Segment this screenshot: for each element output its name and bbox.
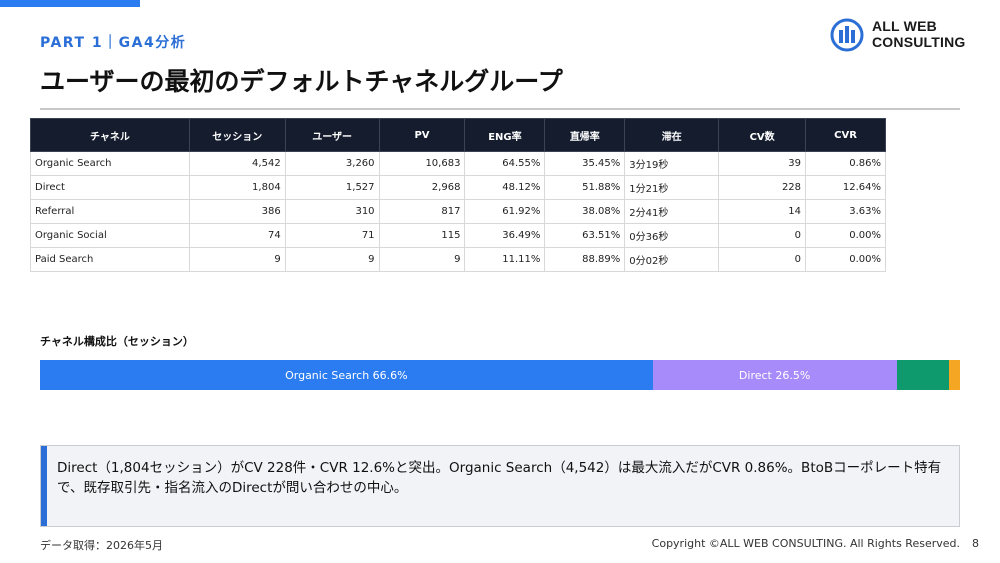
table-cell: 0 <box>718 247 807 272</box>
callout-accent-bar <box>41 446 47 526</box>
table-cell: 115 <box>378 223 466 248</box>
table-cell: 4,542 <box>188 151 286 176</box>
segment-organic-search: Organic Search 66.6% <box>40 360 653 390</box>
channel-table: チャネル セッション ユーザー PV ENG率 直帰率 滞在 CV数 CVR O… <box>30 118 886 272</box>
table-row: Paid Search 9 9 9 11.11% 88.89% 0分02秒 0 … <box>30 247 886 272</box>
table-cell: 36.49% <box>464 223 546 248</box>
table-cell: 9 <box>378 247 466 272</box>
table-cell: Direct <box>30 175 190 200</box>
table-cell: 11.11% <box>464 247 546 272</box>
table-cell: 51.88% <box>544 175 626 200</box>
logo-wordmark: ALL WEB CONSULTING <box>872 18 966 50</box>
table-cell: 1,804 <box>188 175 286 200</box>
logo-line-1: ALL WEB <box>872 18 937 34</box>
table-cell: Organic Search <box>30 151 190 176</box>
page-title: ユーザーの最初のデフォルトチャネルグループ <box>40 67 563 96</box>
logo-line-2: CONSULTING <box>872 34 966 50</box>
table-cell: 310 <box>284 199 380 224</box>
column-header: ユーザー <box>284 118 380 152</box>
segment-direct: Direct 26.5% <box>652 360 897 390</box>
table-row: Organic Search 4,542 3,260 10,683 64.55%… <box>30 151 886 176</box>
company-logo: ALL WEB CONSULTING <box>830 16 970 56</box>
table-cell: 0.00% <box>805 223 886 248</box>
table-cell: Referral <box>30 199 190 224</box>
column-header: CVR <box>805 118 886 152</box>
table-cell: 38.08% <box>544 199 626 224</box>
table-cell: 1分21秒 <box>624 175 720 200</box>
column-header: チャネル <box>30 118 190 152</box>
table-row: Referral 386 310 817 61.92% 38.08% 2分41秒… <box>30 199 886 224</box>
copyright: Copyright ©ALL WEB CONSULTING. All Right… <box>651 537 960 550</box>
table-cell: 3.63% <box>805 199 886 224</box>
table-cell: 386 <box>188 199 286 224</box>
table-cell: 71 <box>284 223 380 248</box>
composition-label: チャネル構成比（セッション） <box>40 335 194 348</box>
table-cell: 2分41秒 <box>624 199 720 224</box>
column-header: CV数 <box>718 118 807 152</box>
table-cell: 0.86% <box>805 151 886 176</box>
table-cell: 2,968 <box>378 175 466 200</box>
table-cell: 64.55% <box>464 151 546 176</box>
table-row: Organic Social 74 71 115 36.49% 63.51% 0… <box>30 223 886 248</box>
table-header-row: チャネル セッション ユーザー PV ENG率 直帰率 滞在 CV数 CVR <box>30 118 886 152</box>
table-cell: 817 <box>378 199 466 224</box>
top-accent-bar <box>0 0 140 7</box>
table-cell: 0.00% <box>805 247 886 272</box>
table-cell: 0分36秒 <box>624 223 720 248</box>
table-cell: 1,527 <box>284 175 380 200</box>
data-date: データ取得：2026年5月 <box>40 539 163 552</box>
segment-other <box>948 360 960 390</box>
table-cell: 9 <box>284 247 380 272</box>
table-cell: 35.45% <box>544 151 626 176</box>
building-logo-icon <box>830 18 864 52</box>
table-cell: 3分19秒 <box>624 151 720 176</box>
table-cell: 39 <box>718 151 807 176</box>
page-number: 8 <box>972 537 979 550</box>
table-row: Direct 1,804 1,527 2,968 48.12% 51.88% 1… <box>30 175 886 200</box>
table-cell: Organic Social <box>30 223 190 248</box>
column-header: セッション <box>188 118 286 152</box>
composition-bar: Organic Search 66.6% Direct 26.5% <box>40 360 960 390</box>
table-cell: 0 <box>718 223 807 248</box>
insight-callout: Direct（1,804セッション）がCV 228件・CVR 12.6%と突出。… <box>40 445 960 527</box>
table-cell: 61.92% <box>464 199 546 224</box>
table-cell: 74 <box>188 223 286 248</box>
insight-text: Direct（1,804セッション）がCV 228件・CVR 12.6%と突出。… <box>57 460 942 496</box>
column-header: 直帰率 <box>544 118 626 152</box>
table-cell: 12.64% <box>805 175 886 200</box>
section-label: PART 1｜GA4分析 <box>40 35 187 51</box>
table-cell: 88.89% <box>544 247 626 272</box>
table-cell: 228 <box>718 175 807 200</box>
column-header: PV <box>378 118 466 152</box>
column-header: 滞在 <box>624 118 720 152</box>
table-cell: 14 <box>718 199 807 224</box>
table-cell: Paid Search <box>30 247 190 272</box>
table-cell: 0分02秒 <box>624 247 720 272</box>
column-header: ENG率 <box>464 118 546 152</box>
table-cell: 10,683 <box>378 151 466 176</box>
table-cell: 3,260 <box>284 151 380 176</box>
segment-referral <box>896 360 949 390</box>
table-cell: 63.51% <box>544 223 626 248</box>
table-cell: 48.12% <box>464 175 546 200</box>
table-cell: 9 <box>188 247 286 272</box>
title-divider <box>40 108 960 110</box>
